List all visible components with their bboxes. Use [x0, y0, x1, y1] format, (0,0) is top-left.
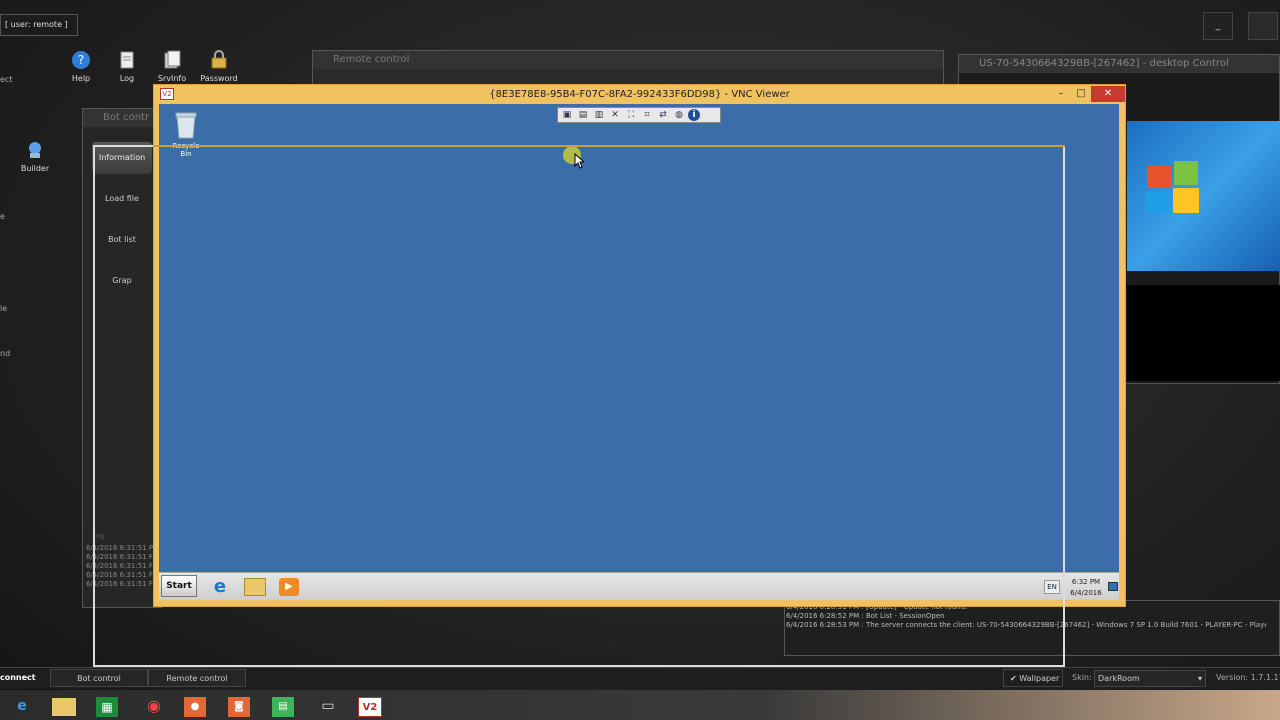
selection-outline-accent	[153, 145, 1065, 147]
edge-label: le	[0, 304, 8, 313]
media-player-icon[interactable]: ▶	[279, 578, 299, 596]
monitor-icon[interactable]: ▣	[560, 109, 574, 121]
user-label: [ user: remote ]	[0, 14, 78, 36]
bot-log: 6/4/2016 6:31:51 P 6/4/2016 6:31:51 F 6/…	[86, 544, 156, 589]
log-line: 6/4/2016 6:31:51 F	[86, 580, 153, 588]
log-icon	[120, 51, 134, 69]
remote-time: 6:32 PM	[1071, 578, 1101, 586]
remote-desktop[interactable]	[159, 104, 1119, 600]
tab-bot-control[interactable]: Bot control	[50, 669, 148, 687]
srvinfo-tool[interactable]: SrvInfo	[150, 50, 194, 83]
mouse-cursor-icon	[574, 153, 584, 169]
snapshot-icon[interactable]: ▥	[592, 109, 606, 121]
vnc-taskbar-icon[interactable]: V2	[358, 697, 382, 717]
vnc-toolbar: ▣ ▤ ▥ ✕ ⛶ ⌗ ⇄ ◍ i	[557, 107, 721, 123]
skin-value: DarkRoom	[1098, 674, 1140, 683]
log-line: 6/4/2016 6:31:51 P	[86, 544, 154, 552]
help-label: Help	[71, 74, 91, 83]
edge-label: nd	[0, 349, 11, 358]
wallpaper-label: Wallpaper	[1019, 674, 1060, 683]
vnc-close-button[interactable]: ✕	[1091, 86, 1125, 102]
vnc-titlebar[interactable]: V2 {8E3E78E8-95B4-F07C-8FA2-992433F6DD98…	[154, 85, 1125, 104]
log-line: 6/4/2016 6:31:51 F	[86, 571, 153, 579]
minimize-button[interactable]: _	[1203, 12, 1233, 40]
fullscreen-icon[interactable]: ⛶	[624, 109, 638, 121]
edge-label: e	[0, 212, 5, 221]
camera-icon[interactable]: ◙	[228, 697, 250, 717]
log-line: 6/4/2016 6:31:51 F	[86, 553, 153, 561]
folder-icon[interactable]	[244, 578, 266, 596]
log-line: 6/4/2016 6:28:53 PM : The server connect…	[786, 621, 1266, 629]
menu-load-file[interactable]: Load file	[92, 183, 152, 215]
vnc-maximize-button[interactable]: □	[1071, 86, 1091, 102]
svg-text:?: ?	[78, 53, 84, 67]
start-button[interactable]: Start	[161, 575, 197, 597]
bot-control-title: Bot contr	[83, 109, 161, 127]
builder-tool[interactable]: Builder	[13, 140, 57, 173]
log-line: 6/4/2016 6:28:52 PM : Bot List - Session…	[786, 612, 945, 620]
file-explorer-icon[interactable]	[52, 698, 76, 716]
builder-label: Builder	[20, 164, 50, 173]
remote-log: 6/4/2016 6:28:51 PM : [Update] - Update …	[786, 603, 1266, 630]
menu-grap[interactable]: Grap	[92, 265, 152, 297]
skin-select[interactable]: DarkRoom ▾	[1094, 670, 1206, 687]
chevron-down-icon: ▾	[1197, 674, 1202, 683]
server-info-icon	[164, 50, 181, 69]
chrome-icon[interactable]: ◉	[140, 694, 168, 718]
show-desktop-icon[interactable]	[1108, 582, 1118, 591]
recorder-icon[interactable]: ●	[184, 697, 206, 717]
monitor-app-icon[interactable]: ▭	[314, 694, 342, 718]
connect-label: connect	[0, 673, 36, 682]
password-label: Password	[200, 74, 238, 83]
windows-logo-icon	[1145, 161, 1199, 213]
window-button[interactable]	[1248, 12, 1278, 40]
desktop-control-title: US-70-5430664329BB-[267462] - desktop Co…	[959, 55, 1279, 73]
language-indicator[interactable]: EN	[1044, 580, 1060, 594]
wallpaper-checkbox[interactable]: ✔ Wallpaper	[1003, 669, 1063, 687]
tools-icon[interactable]: ✕	[608, 109, 622, 121]
spreadsheet-icon[interactable]: ▤	[272, 697, 294, 717]
check-icon: ✔	[1010, 674, 1017, 683]
tab-remote-control[interactable]: Remote control	[148, 669, 246, 687]
chat-icon[interactable]: ◍	[672, 109, 686, 121]
menu-bot-list[interactable]: Bot list	[92, 224, 152, 256]
vnc-app-icon: V2	[160, 88, 174, 100]
help-icon: ?	[72, 51, 90, 69]
remote-control-title: Remote control	[313, 51, 943, 69]
version-label: Version: 1.7.1.178	[1216, 673, 1280, 682]
remote-desktop-preview	[1127, 121, 1280, 271]
vnc-minimize-button[interactable]: –	[1051, 86, 1071, 102]
ie-icon[interactable]: e	[8, 694, 36, 718]
recycle-bin-icon	[175, 112, 197, 139]
remote-clock[interactable]: 6:32 PM 6/4/2016	[1066, 577, 1106, 599]
log-line: 6/4/2016 6:31:51 F	[86, 562, 153, 570]
skin-label: Skin:	[1072, 673, 1092, 682]
save-icon[interactable]: ▤	[576, 109, 590, 121]
info-icon[interactable]: i	[688, 109, 700, 121]
vnc-title: {8E3E78E8-95B4-F07C-8FA2-992433F6DD98} -…	[489, 89, 790, 100]
builder-icon	[29, 142, 41, 158]
remote-preview-black	[1127, 285, 1280, 381]
transfer-icon[interactable]: ⇄	[656, 109, 670, 121]
store-icon[interactable]: ▦	[96, 697, 118, 717]
log-tool[interactable]: Log	[105, 50, 149, 83]
ie-icon[interactable]: e	[209, 576, 231, 598]
help-tool[interactable]: ? Help	[59, 50, 103, 83]
edge-label: ect	[0, 75, 13, 84]
password-tool[interactable]: Password	[197, 50, 241, 83]
recycle-bin[interactable]: Recycle Bin	[166, 110, 206, 158]
log-title: Log	[92, 532, 105, 540]
menu-information[interactable]: Information	[92, 142, 152, 174]
keys-icon[interactable]: ⌗	[640, 109, 654, 121]
remote-taskbar	[159, 572, 1119, 600]
password-icon	[211, 50, 227, 69]
remote-date: 6/4/2016	[1070, 589, 1102, 597]
srvinfo-label: SrvInfo	[157, 74, 187, 83]
log-label: Log	[119, 74, 135, 83]
